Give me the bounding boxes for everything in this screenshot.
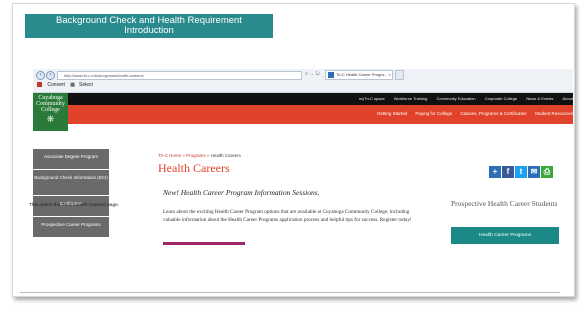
slide-title: Background Check and Health Requirement … (25, 14, 273, 38)
pdf-toolbar: Convert ▦ Select (37, 82, 97, 88)
twitter-icon[interactable]: t (515, 166, 527, 178)
top-nav-item[interactable]: Corporate College (485, 96, 517, 101)
pdf-icon (37, 82, 42, 88)
new-tab-button[interactable] (395, 70, 404, 80)
divider (20, 292, 560, 293)
browser-screenshot: ‹ › http://www.tri-c.edu/programs/health… (33, 69, 573, 279)
sidebar: Associate Degree Program Background Chec… (33, 149, 109, 238)
address-bar[interactable]: http://www.tri-c.edu/programs/health-car… (57, 71, 302, 80)
breadcrumb-current: Health Careers (210, 153, 241, 158)
tri-c-website: myTri-C space Workforce Training Communi… (33, 93, 573, 279)
convert-button[interactable]: Convert (47, 82, 65, 88)
breadcrumb-programs[interactable]: Programs (186, 153, 206, 158)
top-nav-item[interactable]: About (563, 96, 573, 101)
favicon-icon (328, 72, 334, 78)
select-icon: ▦ (70, 82, 76, 88)
slide-title-line2: Introduction (124, 25, 174, 36)
plus-icon[interactable]: + (489, 166, 501, 178)
sidebar-item-prospective-career[interactable]: Prospective Career Programs (33, 217, 109, 238)
print-icon[interactable]: ⎙ (541, 166, 553, 178)
select-button[interactable]: Select (79, 82, 93, 88)
breadcrumb: Tri-C Home » Programs » Health Careers (158, 153, 241, 158)
main-nav-bar: Getting Started Paying for College Class… (33, 105, 573, 124)
main-nav-item[interactable]: Getting Started (377, 111, 407, 116)
intro-paragraph: Learn about the exciting Health Career P… (163, 209, 412, 223)
sidebar-item-associate-degree[interactable]: Associate Degree Program (33, 149, 109, 170)
accent-bar (163, 242, 245, 245)
sidebar-item-background-check[interactable]: Background Check Information (BCI) (33, 170, 109, 196)
main-nav-item[interactable]: Classes, Programs & Certificates (460, 111, 526, 116)
top-nav-item[interactable]: News & Events (526, 96, 553, 101)
top-nav-item[interactable]: myTri-C space (359, 96, 385, 101)
address-bar-icons[interactable]: ⌕ → ↻ (305, 71, 320, 77)
top-nav-item[interactable]: Workforce Training (394, 96, 428, 101)
page-title: Health Careers (158, 161, 230, 175)
slide: Background Check and Health Requirement … (12, 3, 575, 297)
browser-tab[interactable]: Tri-C Health Career Progra... × (325, 70, 393, 80)
tab-label: Tri-C Health Career Progra... (336, 72, 388, 77)
tab-close-icon[interactable]: × (388, 72, 390, 77)
browser-chrome: ‹ › http://www.tri-c.edu/programs/health… (33, 69, 573, 93)
top-utility-bar: myTri-C space Workforce Training Communi… (33, 93, 573, 105)
college-logo[interactable]: Cuyahoga Community College ❋ (33, 93, 68, 131)
top-nav: myTri-C space Workforce Training Communi… (351, 96, 573, 101)
logo-line: College (41, 107, 60, 113)
back-icon[interactable]: ‹ (36, 71, 45, 80)
forward-icon[interactable]: › (46, 71, 55, 80)
share-buttons: + f t ✉ ⎙ (489, 161, 554, 179)
main-nav: Getting Started Paying for College Class… (370, 111, 573, 116)
seal-icon: ❋ (46, 114, 55, 124)
health-career-programs-button[interactable]: Health Career Programs (451, 227, 559, 244)
slide-caption: This opens the Tri-C Health Careers page… (29, 203, 120, 208)
main-nav-item[interactable]: Paying for College (415, 111, 452, 116)
info-sessions-heading: New! Health Career Program Information S… (163, 188, 320, 197)
facebook-icon[interactable]: f (502, 166, 514, 178)
email-icon[interactable]: ✉ (528, 166, 540, 178)
prospective-students-heading: Prospective Health Career Students (451, 199, 558, 208)
top-nav-item[interactable]: Community Education (436, 96, 475, 101)
main-nav-item[interactable]: Student Resources (535, 111, 573, 116)
breadcrumb-home[interactable]: Tri-C Home (158, 153, 181, 158)
